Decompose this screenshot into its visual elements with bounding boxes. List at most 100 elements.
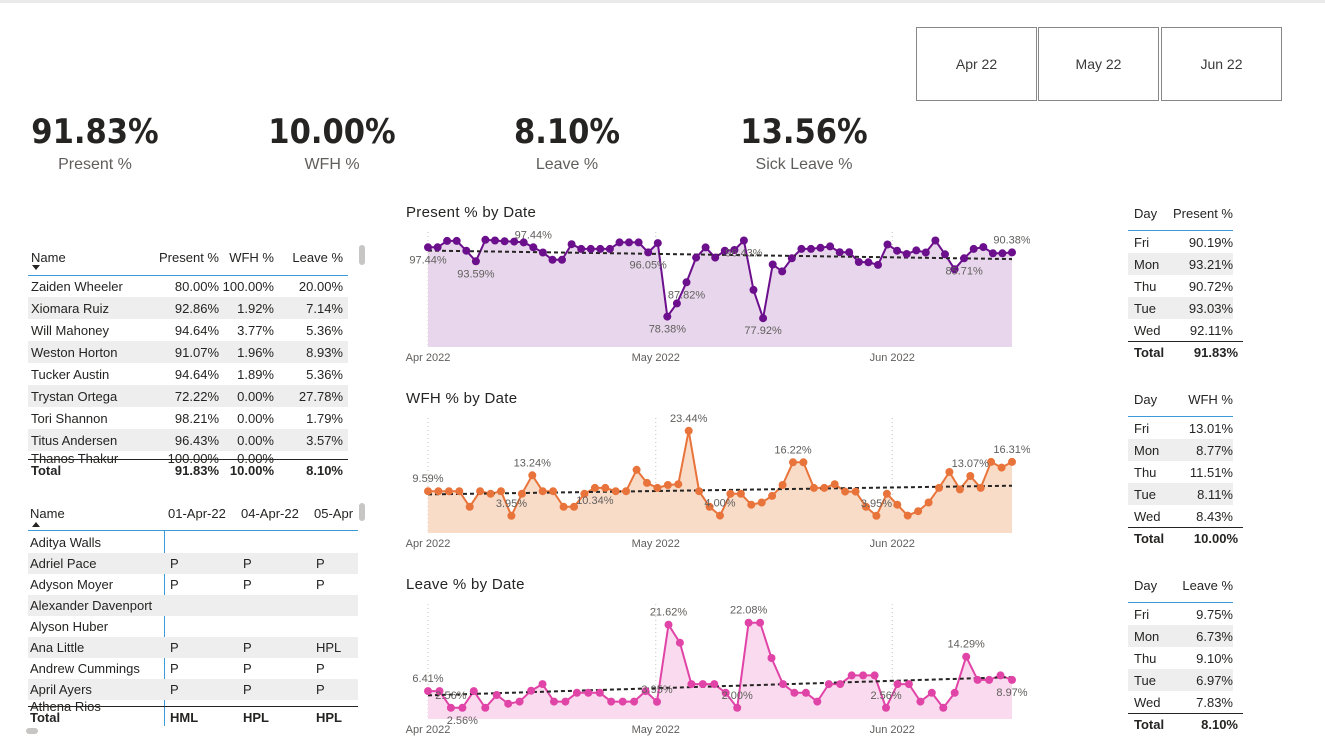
day-table-row[interactable]: Thu 9.10% [1128, 647, 1233, 669]
day-table-row[interactable]: Thu 90.72% [1128, 275, 1233, 297]
data-point[interactable] [790, 688, 799, 697]
data-point[interactable] [643, 478, 651, 487]
data-point[interactable] [549, 487, 558, 496]
data-point[interactable] [605, 244, 614, 253]
data-point[interactable] [497, 487, 505, 496]
data-point[interactable] [595, 688, 604, 697]
data-point[interactable] [529, 243, 538, 252]
data-point[interactable] [596, 244, 605, 253]
data-point[interactable] [988, 249, 997, 258]
data-point[interactable] [452, 236, 461, 245]
data-point[interactable] [736, 489, 745, 498]
data-point[interactable] [916, 697, 925, 706]
data-point[interactable] [882, 703, 890, 712]
data-point[interactable] [476, 487, 485, 496]
data-point[interactable] [446, 703, 455, 712]
data-point[interactable] [739, 236, 748, 245]
table-row[interactable]: Xiomara Ruiz 92.86% 1.92% 7.14% [28, 297, 348, 319]
data-point[interactable] [615, 238, 624, 247]
data-point[interactable] [941, 250, 949, 259]
data-point[interactable] [820, 483, 829, 492]
data-point[interactable] [950, 688, 959, 697]
data-point[interactable] [835, 248, 844, 257]
data-point[interactable] [538, 680, 547, 689]
data-point[interactable] [567, 240, 576, 249]
data-point[interactable] [859, 671, 868, 680]
table-row[interactable]: Weston Horton 91.07% 1.96% 8.93% [28, 341, 348, 363]
data-point[interactable] [630, 697, 639, 706]
data-point[interactable] [759, 314, 768, 323]
wfh-line-chart[interactable]: Apr 2022 May 2022 Jun 2022 9.59% 3.95% 13.24%… [400, 414, 1030, 554]
data-point[interactable] [538, 487, 547, 496]
data-point[interactable] [561, 697, 570, 706]
day-table-row[interactable]: Mon 8.77% [1128, 439, 1233, 461]
data-point[interactable] [625, 238, 633, 247]
data-point[interactable] [931, 236, 940, 245]
column-header-wfh[interactable]: WFH % [219, 250, 274, 265]
data-point[interactable] [698, 680, 707, 689]
data-point[interactable] [996, 671, 1005, 680]
data-point[interactable] [586, 244, 595, 253]
data-point[interactable] [787, 254, 796, 263]
matrix-row[interactable]: Andrew Cummings P P P [28, 658, 358, 679]
column-header-date[interactable]: 01-Apr-22 [168, 506, 241, 521]
data-point[interactable] [789, 458, 797, 467]
data-point[interactable] [985, 675, 994, 684]
data-point[interactable] [882, 489, 891, 498]
data-point[interactable] [904, 680, 913, 689]
data-point[interactable] [902, 250, 911, 258]
data-point[interactable] [921, 248, 930, 257]
data-point[interactable] [749, 285, 758, 294]
data-point[interactable] [935, 483, 943, 492]
data-point[interactable] [572, 688, 581, 697]
day-table-row[interactable]: Fri 9.75% [1128, 603, 1233, 625]
present-line-chart[interactable]: Apr 2022 May 2022 Jun 2022 97.44% 93.59% 97.4… [400, 228, 1030, 368]
data-point[interactable] [486, 489, 495, 498]
column-header-date[interactable]: 04-Apr-22 [241, 506, 314, 521]
matrix-row[interactable]: Alexander Davenport [28, 595, 358, 616]
data-point[interactable] [471, 257, 480, 266]
data-point[interactable] [912, 246, 921, 255]
data-point[interactable] [778, 481, 787, 489]
data-point[interactable] [1008, 457, 1016, 466]
column-header-date[interactable]: 05-Apr [314, 506, 358, 521]
table-row[interactable]: Titus Andersen 96.43% 0.00% 3.57% [28, 429, 348, 451]
matrix-scrollbar[interactable] [359, 503, 365, 521]
column-header-name[interactable]: Name [28, 250, 153, 265]
data-point[interactable] [830, 480, 839, 489]
data-point[interactable] [618, 697, 627, 706]
data-point[interactable] [939, 703, 948, 712]
data-point[interactable] [492, 691, 501, 699]
data-point[interactable] [465, 502, 474, 511]
data-point[interactable] [1008, 248, 1016, 257]
data-point[interactable] [779, 680, 787, 689]
data-point[interactable] [481, 235, 490, 244]
data-point[interactable] [893, 500, 902, 509]
data-point[interactable] [969, 244, 978, 253]
day-table-row[interactable]: Fri 90.19% [1128, 231, 1233, 253]
day-table-row[interactable]: Mon 93.21% [1128, 253, 1233, 275]
data-point[interactable] [716, 511, 724, 520]
data-point[interactable] [444, 487, 453, 496]
data-point[interactable] [653, 239, 662, 248]
day-table-row[interactable]: Tue 6.97% [1128, 669, 1233, 691]
column-header-value[interactable]: WFH % [1162, 392, 1233, 407]
data-point[interactable] [756, 618, 765, 627]
data-point[interactable] [962, 652, 971, 661]
data-point[interactable] [801, 688, 810, 697]
matrix-row[interactable]: Adyson Moyer P P P [28, 574, 358, 595]
table-row[interactable]: Will Mahoney 94.64% 3.77% 5.36% [28, 319, 348, 341]
data-point[interactable] [976, 483, 985, 492]
data-point[interactable] [527, 686, 536, 695]
data-point[interactable] [872, 511, 881, 520]
table-row[interactable]: Zaiden Wheeler 80.00% 100.00% 20.00% [28, 275, 348, 297]
day-table-row[interactable]: Mon 6.73% [1128, 625, 1233, 647]
data-point[interactable] [601, 483, 610, 492]
data-point[interactable] [973, 675, 982, 684]
data-point[interactable] [927, 688, 936, 697]
data-point[interactable] [559, 502, 568, 511]
column-header-name[interactable]: Name [28, 506, 168, 521]
data-point[interactable] [997, 463, 1006, 472]
data-point[interactable] [695, 487, 704, 496]
data-point[interactable] [836, 680, 845, 689]
